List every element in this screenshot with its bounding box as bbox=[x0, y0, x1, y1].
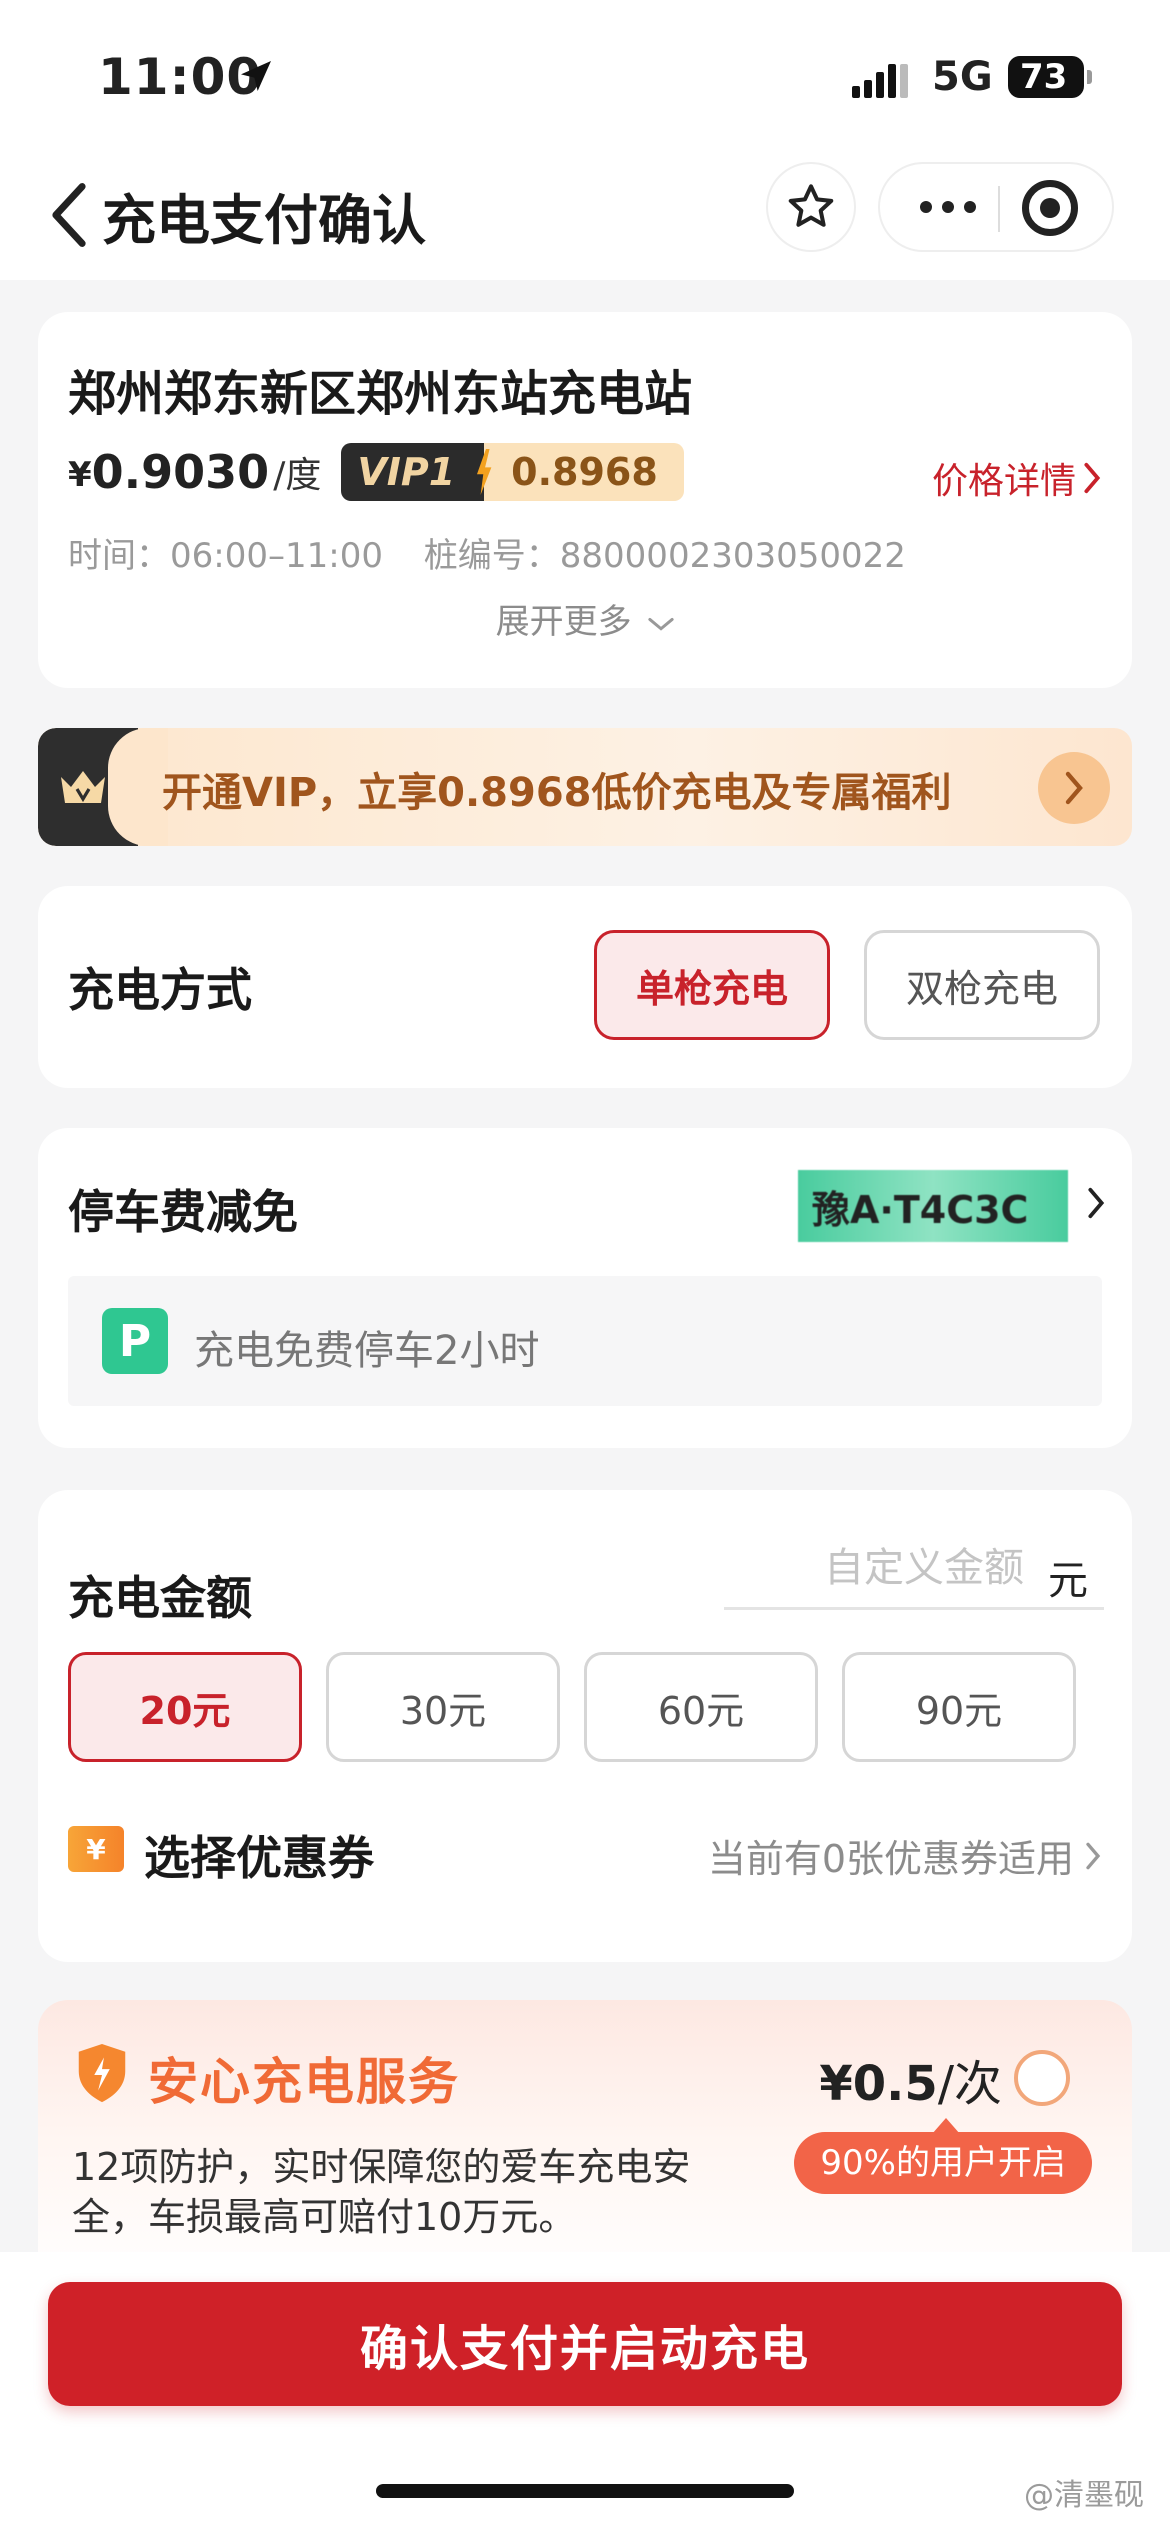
parking-benefit: P 充电免费停车2小时 bbox=[68, 1276, 1102, 1406]
nav-bar: 充电支付确认 bbox=[0, 150, 1170, 280]
signal-icon bbox=[852, 64, 908, 98]
more-menu-icon[interactable] bbox=[908, 182, 988, 232]
single-gun-option[interactable]: 单枪充电 bbox=[594, 930, 830, 1040]
parking-icon: P bbox=[102, 1308, 168, 1374]
time-range: 时间：06:00–11:00 bbox=[68, 536, 383, 576]
crown-icon-box bbox=[38, 728, 168, 846]
station-name: 郑州郑东新区郑州东站充电站 bbox=[68, 366, 693, 422]
crown-icon bbox=[61, 771, 105, 803]
license-plate[interactable]: 豫A·T4C3C bbox=[798, 1170, 1068, 1242]
coupon-hint: 当前有0张优惠券适用 bbox=[708, 1828, 1102, 1883]
station-card: 郑州郑东新区郑州东站充电站 ¥ 0.9030 /度 VIP1 0.8968 价格… bbox=[38, 312, 1132, 688]
parking-card: 停车费减免 豫A·T4C3C P 充电免费停车2小时 bbox=[38, 1128, 1132, 1448]
service-price: ¥0.5/次 bbox=[819, 2044, 1002, 2114]
location-arrow-icon bbox=[241, 61, 271, 91]
amount-option-20[interactable]: 20元 bbox=[68, 1652, 302, 1762]
amount-title: 充电金额 bbox=[68, 1571, 252, 1625]
amount-card: 充电金额 元 20元 30元 60元 90元 ¥ 选择优惠券 当前有0张优惠券适… bbox=[38, 1490, 1132, 1962]
vip-promo-text: 开通VIP，立享0.8968低价充电及专属福利 bbox=[162, 770, 952, 816]
price-currency: ¥ bbox=[68, 455, 92, 495]
amount-option-90[interactable]: 90元 bbox=[842, 1652, 1076, 1762]
service-radio[interactable] bbox=[1014, 2050, 1070, 2106]
service-adoption-badge: 90%的用户开启 bbox=[794, 2118, 1092, 2194]
price-row: ¥ 0.9030 /度 VIP1 0.8968 bbox=[68, 442, 684, 502]
expand-more-label: 展开更多 bbox=[495, 602, 632, 642]
charge-mode-title: 充电方式 bbox=[68, 963, 252, 1017]
service-description: 12项防护，实时保障您的爱车充电安全，车损最高可赔付10万元。 bbox=[72, 2145, 691, 2239]
home-indicator bbox=[376, 2484, 794, 2498]
watermark: @清墨砚 bbox=[1024, 2478, 1144, 2513]
lightning-icon bbox=[471, 443, 498, 501]
service-price-unit: /次 bbox=[937, 2056, 1002, 2112]
coupon-label: 选择优惠券 bbox=[144, 1831, 374, 1885]
shield-icon bbox=[78, 2043, 126, 2103]
price-detail-link[interactable]: 价格详情 bbox=[932, 452, 1102, 504]
close-target-icon[interactable] bbox=[1022, 180, 1078, 236]
pile-number: 桩编号：8800002303050022 bbox=[423, 536, 906, 576]
amount-option-30[interactable]: 30元 bbox=[326, 1652, 560, 1762]
price-value: 0.9030 bbox=[91, 445, 270, 499]
confirm-pay-button[interactable]: 确认支付并启动充电 bbox=[48, 2282, 1122, 2406]
coupon-icon: ¥ bbox=[68, 1826, 124, 1872]
coupon-hint-text: 当前有0张优惠券适用 bbox=[707, 1837, 1074, 1881]
custom-amount-input[interactable] bbox=[724, 1538, 1024, 1598]
back-arrow-icon[interactable] bbox=[46, 180, 92, 250]
chevron-right-icon bbox=[1086, 1842, 1101, 1869]
chevron-right-icon[interactable] bbox=[1086, 1186, 1106, 1220]
vip-promo-arrow-button[interactable] bbox=[1038, 752, 1110, 824]
favorite-button[interactable] bbox=[766, 162, 856, 252]
service-title: 安心充电服务 bbox=[148, 2053, 460, 2111]
custom-amount-field: 元 bbox=[724, 1530, 1104, 1610]
vip-price: 0.8968 bbox=[497, 443, 684, 501]
dual-gun-option[interactable]: 双枪充电 bbox=[864, 930, 1100, 1040]
chevron-right-icon bbox=[1084, 462, 1101, 494]
expand-more-button[interactable]: 展开更多 bbox=[38, 594, 1132, 643]
amount-option-60[interactable]: 60元 bbox=[584, 1652, 818, 1762]
charge-mode-card: 充电方式 单枪充电 双枪充电 bbox=[38, 886, 1132, 1088]
page-title: 充电支付确认 bbox=[102, 189, 426, 252]
network-type: 5G bbox=[932, 54, 993, 100]
parking-benefit-text: 充电免费停车2小时 bbox=[194, 1328, 540, 1374]
chevron-down-icon bbox=[648, 617, 675, 631]
vip-level-label: VIP1 bbox=[341, 443, 472, 501]
vip-price-tag: VIP1 0.8968 bbox=[341, 443, 684, 501]
worry-free-service-card: 安心充电服务 ¥0.5/次 12项防护，实时保障您的爱车充电安全，车损最高可赔付… bbox=[38, 2000, 1132, 2290]
vip-promo-banner[interactable]: 开通VIP，立享0.8968低价充电及专属福利 bbox=[38, 728, 1132, 846]
chevron-right-icon bbox=[1065, 771, 1083, 805]
price-detail-label: 价格详情 bbox=[931, 461, 1076, 502]
mini-program-capsule bbox=[878, 162, 1114, 252]
parking-title: 停车费减免 bbox=[68, 1185, 298, 1239]
amount-unit: 元 bbox=[1048, 1558, 1088, 1604]
capsule-divider bbox=[998, 186, 1000, 232]
coupon-selector[interactable]: ¥ 选择优惠券 当前有0张优惠券适用 bbox=[68, 1816, 1102, 1886]
battery-icon: 73 bbox=[1008, 56, 1092, 98]
service-price-value: ¥0.5 bbox=[819, 2056, 938, 2112]
status-bar: 11:00 5G 73 bbox=[0, 0, 1170, 150]
price-unit: /度 bbox=[273, 455, 322, 496]
star-icon bbox=[788, 184, 834, 227]
station-meta: 时间：06:00–11:00 桩编号：8800002303050022 bbox=[68, 528, 906, 577]
